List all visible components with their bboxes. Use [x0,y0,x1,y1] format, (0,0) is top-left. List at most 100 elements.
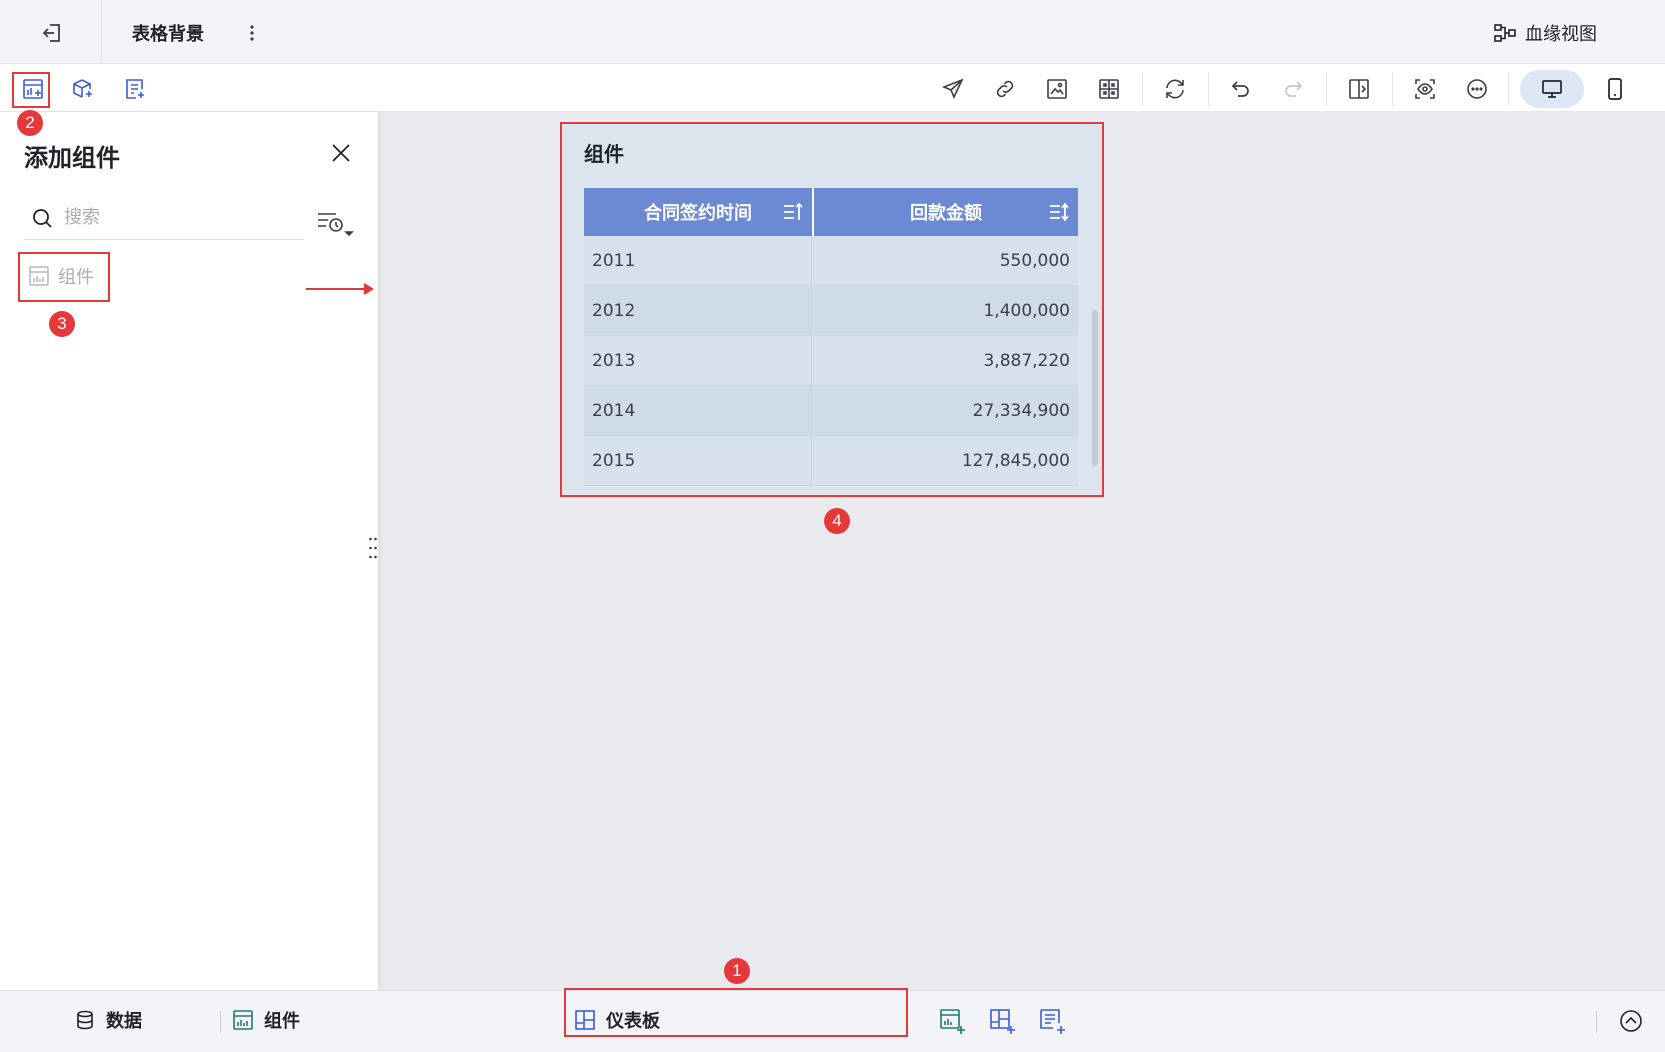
toolbar [0,64,1665,112]
panel-title: 添加组件 [24,144,120,172]
add-model-button[interactable] [70,76,96,102]
toolbar-separator [1508,72,1509,106]
drag-handle-icon[interactable] [368,535,378,561]
table-row[interactable]: 2011 550,000 [584,236,1078,286]
device-switcher [1520,70,1650,108]
grid-icon [1097,77,1121,101]
desktop-view-button[interactable] [1520,70,1584,108]
annotation-badge: 4 [824,508,850,534]
sort-filter-icon[interactable] [316,208,354,238]
data-table: 合同签约时间 回款金额 2011 550,000 2012 1,400,000 … [584,188,1098,486]
panel-toggle-button[interactable] [1346,76,1372,102]
table-cell: 2012 [584,286,812,336]
arrow-right-icon [306,282,376,296]
undo-button[interactable] [1228,76,1254,102]
link-icon [993,77,1017,101]
database-icon [74,1009,96,1031]
bottom-bar: 数据 组件 仪表板 [0,990,1665,1052]
dashboard-tab[interactable]: 仪表板 [574,1007,660,1033]
add-chart-icon [21,77,45,101]
table-cell: 1,400,000 [983,301,1070,321]
column-header[interactable]: 合同签约时间 [584,188,812,236]
more-circle-icon [1465,77,1489,101]
preview-button[interactable] [1412,76,1438,102]
eye-scan-icon [1413,77,1437,101]
table-cell: 3,887,220 [983,351,1070,371]
lineage-view-button[interactable]: 血缘视图 [1493,20,1597,46]
more-vertical-icon[interactable] [244,22,260,44]
data-tab[interactable]: 数据 [74,1007,142,1033]
table-cell: 550,000 [999,251,1070,271]
table-scrollbar[interactable] [1092,310,1098,466]
bottom-separator [1596,1011,1597,1033]
document-plus-icon [123,77,147,101]
component-title: 组件 [584,142,624,166]
table-header: 合同签约时间 回款金额 [584,188,1078,236]
add-text-button[interactable] [122,76,148,102]
exit-icon[interactable] [40,22,64,44]
table-cell: 2014 [584,386,812,436]
bottom-separator [220,1011,221,1033]
column-header[interactable]: 回款金额 [812,188,1078,236]
layout-button[interactable] [1096,76,1122,102]
table-row[interactable]: 2015 127,845,000 [584,436,1078,486]
page-title: 表格背景 [132,24,204,45]
component-item-label: 组件 [58,267,94,288]
search-input[interactable] [64,202,300,232]
table-cell: 2015 [584,436,812,486]
toolbar-separator [1208,72,1209,106]
component-tab[interactable]: 组件 [232,1007,300,1033]
table-row[interactable]: 2013 3,887,220 [584,336,1078,386]
undo-icon [1229,77,1253,101]
dashboard-icon [574,1009,596,1031]
table-cell: 2011 [584,236,812,286]
sort-ascending-icon[interactable] [782,201,804,223]
search-icon [30,206,54,230]
title-separator [101,0,102,64]
link-button[interactable] [992,76,1018,102]
panel-switch-icon [1347,77,1371,101]
mobile-view-button[interactable] [1602,76,1628,102]
data-tab-label: 数据 [106,1011,142,1032]
column-header-label: 合同签约时间 [644,203,752,224]
add-chart-icon[interactable] [938,1007,966,1035]
send-icon [941,77,965,101]
add-component-button[interactable] [20,76,46,102]
image-edit-icon [1045,77,1069,101]
redo-button[interactable] [1280,76,1306,102]
add-dashboard-icon[interactable] [988,1007,1016,1035]
chart-table-icon [232,1009,254,1031]
dashboard-tab-label: 仪表板 [606,1011,660,1032]
close-icon[interactable] [328,140,354,166]
add-component-panel: 添加组件 组件 [0,112,378,990]
table-cell: 27,334,900 [972,401,1070,421]
lineage-view-label: 血缘视图 [1525,24,1597,45]
component-list-item[interactable]: 组件 [20,252,110,300]
more-options-button[interactable] [1464,76,1490,102]
refresh-button[interactable] [1162,76,1188,102]
add-report-icon[interactable] [1038,1007,1066,1035]
redo-icon [1281,77,1305,101]
collapse-up-icon[interactable] [1618,1008,1646,1036]
annotation-badge: 3 [49,311,75,337]
mobile-icon [1603,77,1627,101]
table-component[interactable]: 组件 合同签约时间 回款金额 2011 550,000 2012 1,400,0… [560,122,1102,494]
table-chart-icon [28,265,50,287]
table-cell: 127,845,000 [961,451,1070,471]
sort-toggle-icon[interactable] [1048,201,1070,223]
toolbar-separator [1326,72,1327,106]
table-body: 2011 550,000 2012 1,400,000 2013 3,887,2… [584,236,1078,486]
toolbar-separator [1142,72,1143,106]
search-box [24,196,304,240]
title-bar: 表格背景 血缘视图 [0,0,1665,64]
table-row[interactable]: 2012 1,400,000 [584,286,1078,336]
annotation-badge: 2 [17,110,43,136]
lineage-icon [1493,22,1517,44]
desktop-icon [1540,77,1564,101]
toolbar-separator [1392,72,1393,106]
annotation-badge: 1 [724,958,750,984]
table-row[interactable]: 2014 27,334,900 [584,386,1078,436]
cube-plus-icon [71,77,95,101]
publish-button[interactable] [940,76,966,102]
theme-button[interactable] [1044,76,1070,102]
